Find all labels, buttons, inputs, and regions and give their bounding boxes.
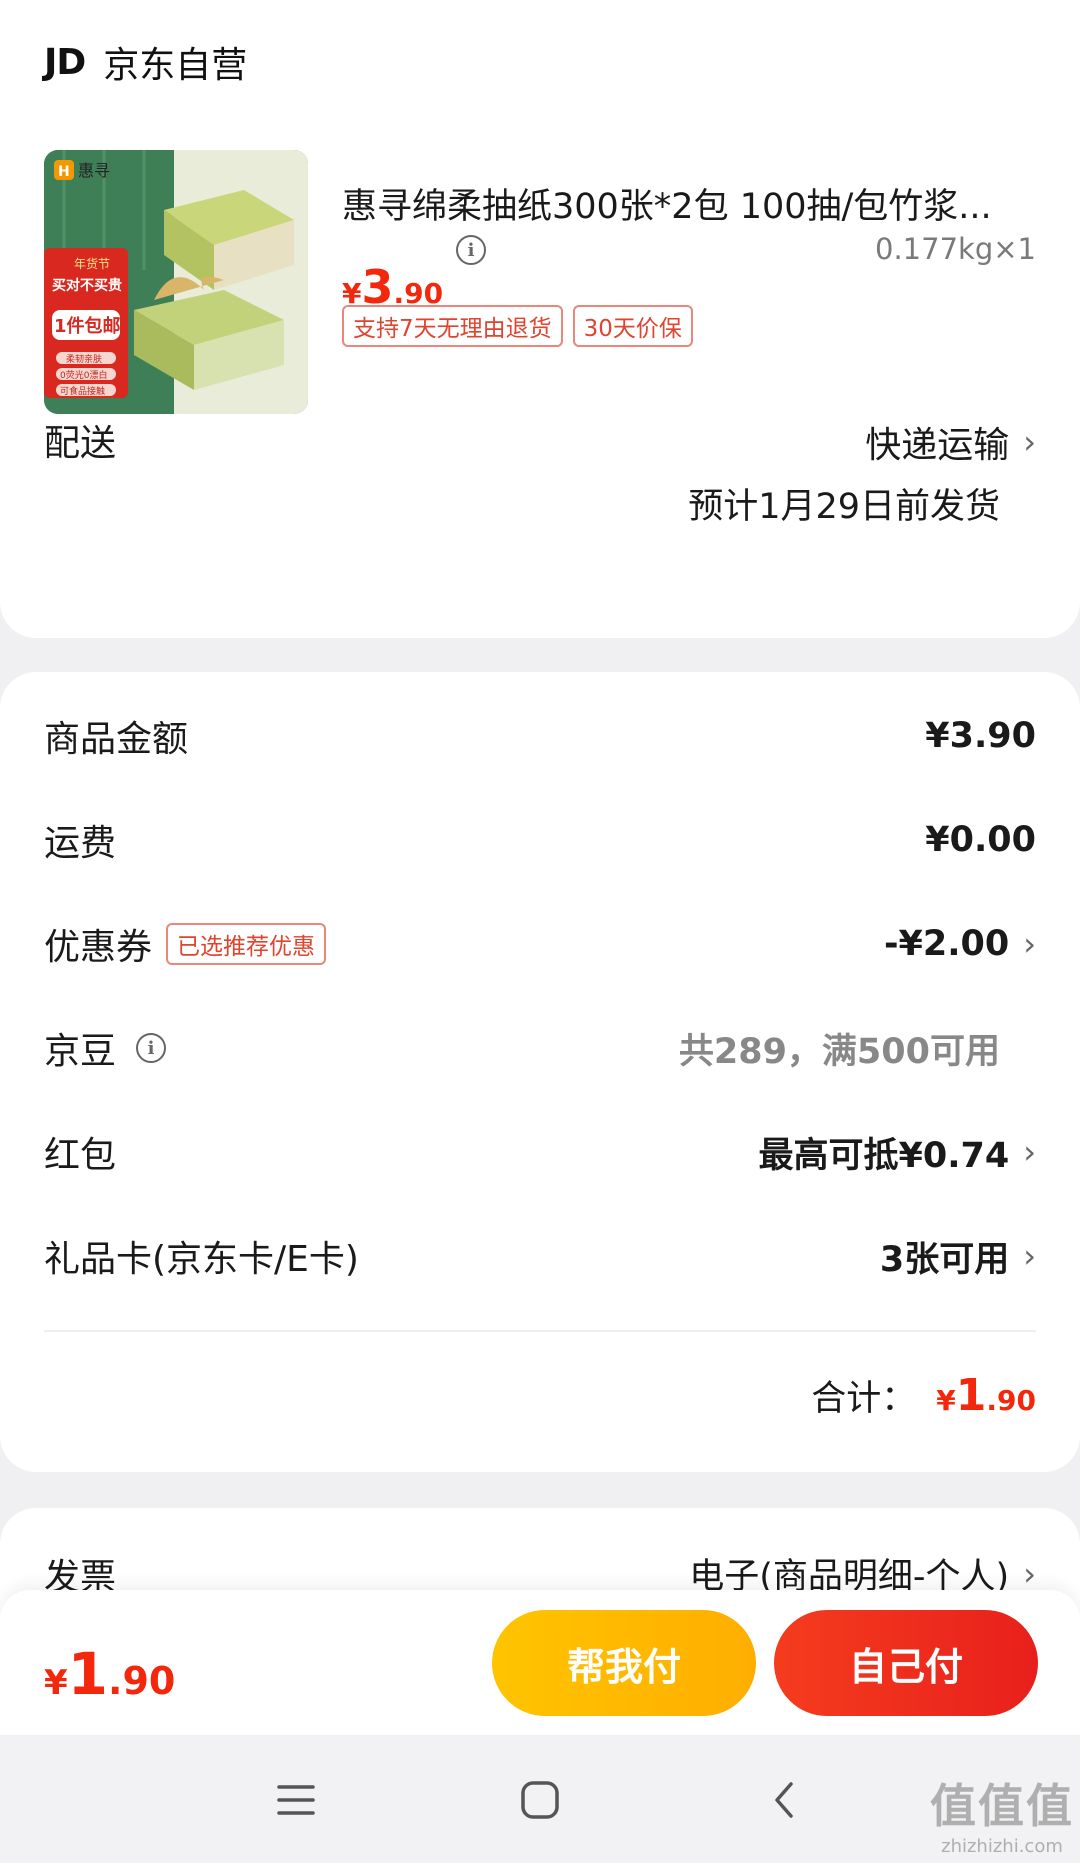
shop-name: 京东自营 xyxy=(103,45,248,86)
delivery-method[interactable]: 快递运输 › xyxy=(865,416,1036,468)
order-item-card: JD 京东自营 H 惠寻 年货节 买对不买贵 1件包邮 柔韧亲肤 0荧光0漂白 … xyxy=(0,0,1080,638)
checkout-price: ¥ 1 .90 xyxy=(44,1640,175,1708)
delivery-estimate: 预计1月29日前发货 xyxy=(688,487,1000,527)
gift-card-label: 礼品卡(京东卡/E卡) xyxy=(44,1239,359,1280)
tag-30day-price-protect: 30天价保 xyxy=(572,305,693,347)
total: 合计： ¥1.90 xyxy=(811,1370,1036,1421)
shipping-value: ¥0.00 xyxy=(925,820,1036,860)
home-icon[interactable] xyxy=(510,1775,570,1825)
image-feature-3: 可食品接触 xyxy=(60,385,105,397)
total-integer: 1 xyxy=(955,1370,987,1421)
delivery-label: 配送 xyxy=(44,423,117,464)
watermark-logo: 值值值 xyxy=(930,1779,1074,1833)
divider xyxy=(44,1330,1036,1332)
checkout-decimal: .90 xyxy=(108,1659,176,1703)
price-summary-card: 商品金额 ¥3.90 运费 ¥0.00 优惠券 已选推荐优惠 -¥2.00 › … xyxy=(0,672,1080,1472)
goods-amount-label: 商品金额 xyxy=(44,719,189,760)
shipping-row: 运费 ¥0.00 xyxy=(44,810,1036,870)
watermark: 值值值 zhizhizhi.com xyxy=(930,1770,1074,1857)
total-label: 合计： xyxy=(811,1379,917,1419)
back-icon[interactable] xyxy=(754,1775,814,1825)
image-feature-1: 柔韧亲肤 xyxy=(66,353,102,365)
product-image[interactable]: H 惠寻 年货节 买对不买贵 1件包邮 柔韧亲肤 0荧光0漂白 可食品接触 xyxy=(44,150,308,414)
image-banner-main: 买对不买贵 xyxy=(52,277,122,294)
price-info-icon[interactable]: i xyxy=(456,235,486,265)
jingdou-info-icon[interactable]: i xyxy=(136,1033,167,1063)
image-banner-top: 年货节 xyxy=(74,256,110,271)
total-decimal: .90 xyxy=(986,1384,1036,1417)
chevron-right-icon: › xyxy=(1023,423,1036,461)
total-currency: ¥ xyxy=(936,1384,956,1417)
jingdou-value: 共289，满500可用 xyxy=(678,1031,1000,1072)
gift-card-row[interactable]: 礼品卡(京东卡/E卡) 3张可用 › xyxy=(44,1226,1036,1286)
coupon-value: -¥2.00 xyxy=(883,924,1010,964)
coupon-row[interactable]: 优惠券 已选推荐优惠 -¥2.00 › xyxy=(44,914,1036,974)
pay-myself-button[interactable]: 自己付 xyxy=(774,1610,1038,1716)
system-nav-bar: 值值值 zhizhizhi.com xyxy=(0,1735,1080,1863)
chevron-right-icon: › xyxy=(1023,1237,1036,1275)
red-packet-label: 红包 xyxy=(44,1135,117,1176)
chevron-right-icon: › xyxy=(1023,1133,1036,1171)
shipping-label: 运费 xyxy=(44,823,117,864)
red-packet-value: 最高可抵¥0.74 xyxy=(758,1135,1010,1176)
menu-icon[interactable] xyxy=(266,1775,326,1825)
jd-logo: JD xyxy=(44,41,86,83)
checkout-integer: 1 xyxy=(67,1640,109,1708)
chevron-right-icon: › xyxy=(1023,1554,1036,1593)
service-tags: 支持7天无理由退货 30天价保 xyxy=(342,305,693,347)
product-title[interactable]: 惠寻绵柔抽纸300张*2包 100抽/包竹浆... xyxy=(342,178,1042,229)
total-price: ¥1.90 xyxy=(936,1370,1036,1421)
shop-header[interactable]: JD 京东自营 xyxy=(44,36,247,88)
product-photo: H 惠寻 年货节 买对不买贵 1件包邮 柔韧亲肤 0荧光0漂白 可食品接触 xyxy=(44,150,308,414)
goods-amount-value: ¥3.90 xyxy=(925,716,1036,756)
image-feature-2: 0荧光0漂白 xyxy=(60,369,107,381)
coupon-label: 优惠券 xyxy=(44,927,153,968)
jingdou-row: 京豆 i 共289，满500可用 xyxy=(44,1018,1036,1078)
checkout-currency: ¥ xyxy=(44,1663,68,1703)
svg-text:H: H xyxy=(58,164,70,180)
coupon-badge: 已选推荐优惠 xyxy=(166,923,327,965)
product-weight-quantity: 0.177kg×1 xyxy=(875,232,1036,266)
watermark-url: zhizhizhi.com xyxy=(941,1836,1063,1857)
image-brand: 惠寻 xyxy=(78,161,110,180)
gift-card-value: 3张可用 xyxy=(879,1239,1010,1280)
checkout-bar: ¥ 1 .90 帮我付 自己付 xyxy=(0,1590,1080,1735)
delivery-method-value: 快递运输 xyxy=(865,425,1010,466)
help-me-pay-button[interactable]: 帮我付 xyxy=(492,1610,756,1716)
tag-7day-return: 支持7天无理由退货 xyxy=(342,305,563,347)
image-banner-big: 1件包邮 xyxy=(54,315,121,337)
chevron-right-icon: › xyxy=(1023,925,1036,963)
jingdou-label: 京豆 xyxy=(44,1031,117,1072)
goods-amount-row: 商品金额 ¥3.90 xyxy=(44,706,1036,766)
red-packet-row[interactable]: 红包 最高可抵¥0.74 › xyxy=(44,1122,1036,1182)
